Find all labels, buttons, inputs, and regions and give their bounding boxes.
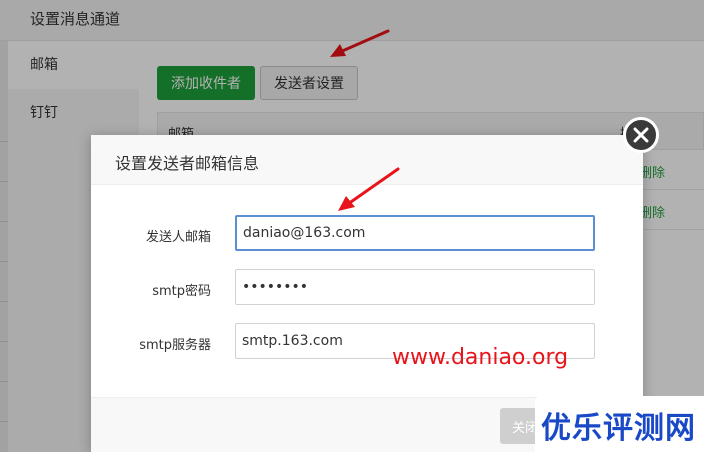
dialog-close-button[interactable] — [623, 117, 659, 153]
watermark-brand: 优乐评测网 — [541, 411, 696, 446]
watermark-logo: 优乐评测网 — [535, 396, 704, 452]
dialog-title: 设置发送者邮箱信息 — [115, 154, 260, 173]
sender-email-field[interactable] — [235, 215, 595, 251]
watermark-url: www.daniao.org — [392, 345, 569, 370]
sender-email-label: 发送人邮箱 — [145, 230, 211, 245]
smtp-password-field[interactable] — [235, 269, 595, 305]
smtp-server-label: smtp服务器 — [139, 338, 211, 353]
annotation-arrow-field — [338, 167, 400, 211]
close-icon — [633, 127, 649, 143]
smtp-password-label: smtp密码 — [152, 284, 211, 299]
